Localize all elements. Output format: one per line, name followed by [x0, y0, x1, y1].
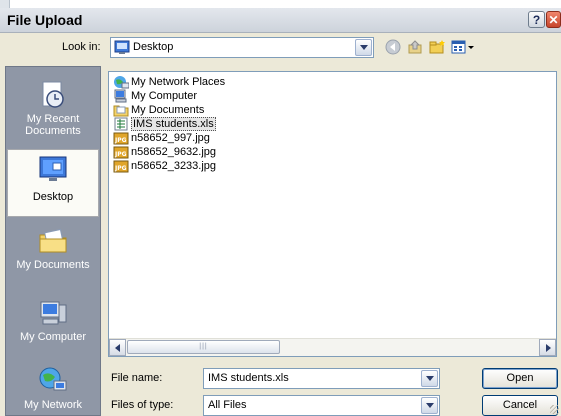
views-menu-icon[interactable] — [451, 38, 475, 56]
dialog-title: File Upload — [7, 12, 83, 28]
place-my-computer[interactable]: My Computer — [7, 297, 99, 349]
background-window-edge — [0, 0, 10, 8]
look-in-label: Look in: — [62, 41, 101, 53]
file-item-my-documents[interactable]: My Documents — [113, 103, 204, 117]
my-network-icon — [39, 367, 67, 391]
files-of-type-value: All Files — [208, 399, 247, 411]
file-item-jpg-3[interactable]: JPG n58652_3233.jpg — [113, 159, 216, 173]
new-folder-icon[interactable] — [428, 38, 446, 56]
back-icon[interactable] — [384, 38, 402, 56]
help-button[interactable]: ? — [528, 11, 545, 28]
places-bar: My Recent Documents Desktop My Documents… — [5, 66, 101, 416]
file-name-dropdown-arrow[interactable] — [421, 370, 438, 387]
desktop-icon — [39, 156, 67, 181]
files-of-type-dropdown-arrow[interactable] — [421, 397, 438, 414]
file-upload-dialog: File Upload ? ✕ Look in: Desktop My Rece… — [0, 8, 561, 416]
title-bar[interactable]: File Upload ? ✕ — [0, 8, 561, 33]
scroll-right-button[interactable] — [539, 339, 556, 356]
my-documents-icon — [39, 228, 67, 253]
resize-grip[interactable] — [550, 405, 559, 414]
place-my-documents[interactable]: My Documents — [7, 225, 99, 277]
file-item-my-computer[interactable]: My Computer — [113, 89, 197, 103]
file-item-jpg-1[interactable]: JPG n58652_997.jpg — [113, 131, 210, 145]
look-in-dropdown-arrow[interactable] — [355, 39, 372, 56]
file-name-label: File name: — [111, 372, 163, 384]
scroll-left-button[interactable] — [109, 339, 126, 356]
computer-icon — [113, 89, 129, 103]
file-name-input[interactable]: IMS students.xls — [203, 368, 440, 389]
place-desktop[interactable]: Desktop — [7, 149, 99, 217]
recent-documents-icon — [42, 81, 64, 108]
close-button[interactable]: ✕ — [546, 11, 561, 28]
arrow-right-icon — [545, 343, 551, 352]
up-folder-icon[interactable] — [406, 38, 424, 56]
desktop-small-icon — [114, 40, 130, 54]
file-item-jpg-2[interactable]: JPG n58652_9632.jpg — [113, 145, 216, 159]
svg-text:JPG: JPG — [114, 137, 127, 144]
open-button[interactable]: Open — [482, 368, 558, 389]
folder-icon — [113, 103, 129, 117]
network-places-icon — [113, 75, 129, 89]
jpg-file-icon: JPG — [113, 159, 129, 173]
svg-text:JPG: JPG — [114, 151, 127, 158]
files-of-type-dropdown[interactable]: All Files — [203, 395, 440, 416]
scroll-thumb[interactable]: ||| — [127, 340, 280, 354]
place-my-recent-documents[interactable]: My Recent Documents — [7, 79, 99, 141]
horizontal-scrollbar[interactable]: ||| — [109, 338, 556, 356]
excel-file-icon — [113, 117, 129, 131]
svg-text:JPG: JPG — [114, 165, 127, 172]
jpg-file-icon: JPG — [113, 131, 129, 145]
file-item-my-network-places[interactable]: My Network Places — [113, 75, 225, 89]
files-of-type-label: Files of type: — [111, 399, 174, 411]
jpg-file-icon: JPG — [113, 145, 129, 159]
cancel-button[interactable]: Cancel — [482, 395, 558, 416]
look-in-dropdown[interactable]: Desktop — [110, 37, 374, 58]
file-name-value: IMS students.xls — [208, 372, 289, 384]
my-computer-icon — [40, 301, 67, 325]
file-list[interactable]: My Network Places My Computer My Documen… — [108, 71, 557, 357]
place-my-network[interactable]: My Network — [7, 365, 99, 415]
arrow-left-icon — [114, 343, 120, 352]
file-item-ims-students[interactable]: IMS students.xls — [113, 117, 216, 131]
look-in-value: Desktop — [133, 41, 174, 53]
